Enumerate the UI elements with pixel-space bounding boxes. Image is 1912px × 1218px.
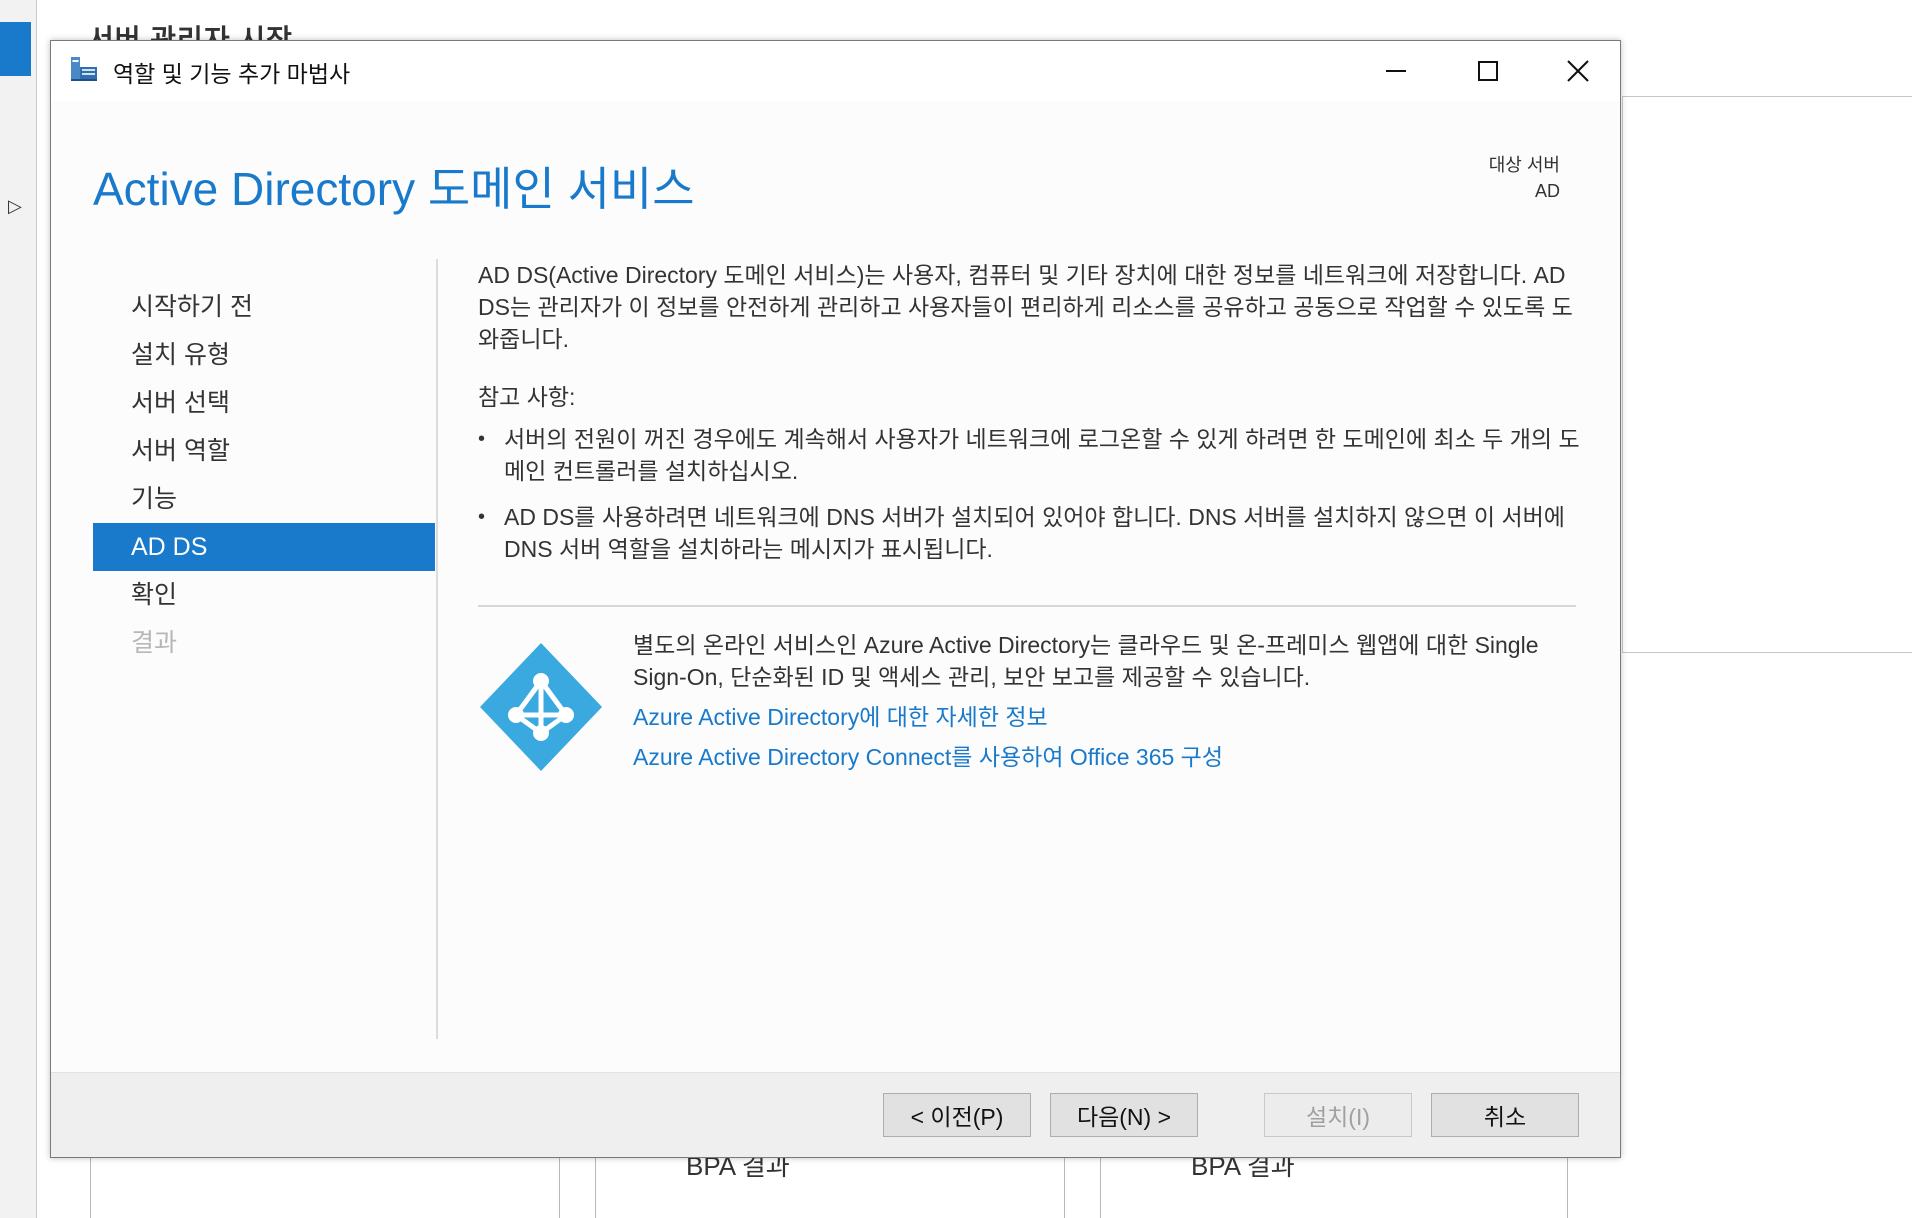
- wizard-content: AD DS(Active Directory 도메인 서비스)는 사용자, 컴퓨…: [478, 259, 1586, 789]
- nav-item-server-selection[interactable]: 서버 선택: [93, 379, 435, 427]
- bullet-icon: •: [478, 428, 486, 450]
- server-manager-app-icon: [71, 57, 97, 81]
- page-title: Active Directory 도메인 서비스: [93, 163, 695, 215]
- nav-divider: [436, 259, 438, 1039]
- previous-button[interactable]: < 이전(P): [883, 1093, 1031, 1137]
- title-bar[interactable]: 역할 및 기능 추가 마법사: [51, 41, 1620, 101]
- next-button[interactable]: 다음(N) >: [1050, 1093, 1198, 1137]
- server-manager-sidebar: [0, 0, 37, 1218]
- nav-item-server-roles[interactable]: 서버 역할: [93, 427, 435, 475]
- nav-item-results: 결과: [131, 629, 178, 657]
- close-icon: [1567, 60, 1589, 82]
- nav-item-ad-ds[interactable]: AD DS: [93, 523, 435, 571]
- target-server-label: 대상 서버: [1488, 155, 1560, 175]
- install-button: 설치(I): [1264, 1093, 1412, 1137]
- note-text: AD DS를 사용하려면 네트워크에 DNS 서버가 설치되어 있어야 합니다.…: [504, 504, 1565, 562]
- minimize-button[interactable]: [1351, 41, 1441, 101]
- nav-item-installation-type[interactable]: 설치 유형: [93, 331, 435, 379]
- expand-arrow-icon[interactable]: ▷: [8, 196, 22, 217]
- nav-item-before-you-begin[interactable]: 시작하기 전: [93, 283, 435, 331]
- note-item: • 서버의 전원이 꺼진 경우에도 계속해서 사용자가 네트워크에 로그온할 수…: [478, 423, 1586, 487]
- close-button[interactable]: [1533, 41, 1623, 101]
- note-text: 서버의 전원이 꺼진 경우에도 계속해서 사용자가 네트워크에 로그온할 수 있…: [504, 426, 1580, 484]
- minimize-icon: [1386, 70, 1406, 72]
- wizard-step-nav: 시작하기 전 설치 유형 서버 선택 서버 역할 기능 AD DS 확인 결과: [93, 283, 435, 667]
- notes-heading: 참고 사항:: [478, 384, 576, 410]
- ad-ds-description: AD DS(Active Directory 도메인 서비스)는 사용자, 컴퓨…: [478, 262, 1573, 352]
- azure-ad-section: 별도의 온라인 서비스인 Azure Active Directory는 클라우…: [478, 629, 1586, 789]
- window-title: 역할 및 기능 추가 마법사: [113, 61, 351, 87]
- target-server-value: AD: [1534, 181, 1560, 201]
- azure-description: 별도의 온라인 서비스인 Azure Active Directory는 클라우…: [633, 632, 1539, 690]
- bullet-icon: •: [478, 506, 486, 528]
- wizard-footer: < 이전(P) 다음(N) > 설치(I) 취소: [51, 1072, 1620, 1157]
- maximize-icon: [1478, 61, 1498, 81]
- azure-active-directory-logo: [480, 643, 602, 771]
- background-panel: [1622, 96, 1912, 653]
- content-divider: [478, 605, 1576, 607]
- azure-ad-connect-link[interactable]: Azure Active Directory Connect를 사용하여 Off…: [633, 741, 1578, 773]
- dashboard-accent-tab[interactable]: [0, 22, 31, 76]
- note-item: • AD DS를 사용하려면 네트워크에 DNS 서버가 설치되어 있어야 합니…: [478, 501, 1586, 565]
- add-roles-wizard-window: 역할 및 기능 추가 마법사 Active Directory 도메인 서비스 …: [50, 40, 1621, 1158]
- nav-item-features[interactable]: 기능: [93, 475, 435, 523]
- azure-text: 별도의 온라인 서비스인 Azure Active Directory는 클라우…: [633, 629, 1578, 773]
- maximize-button[interactable]: [1443, 41, 1533, 101]
- nav-item-confirmation[interactable]: 확인: [93, 571, 435, 619]
- cancel-button[interactable]: 취소: [1431, 1093, 1579, 1137]
- azure-ad-info-link[interactable]: Azure Active Directory에 대한 자세한 정보: [633, 701, 1578, 733]
